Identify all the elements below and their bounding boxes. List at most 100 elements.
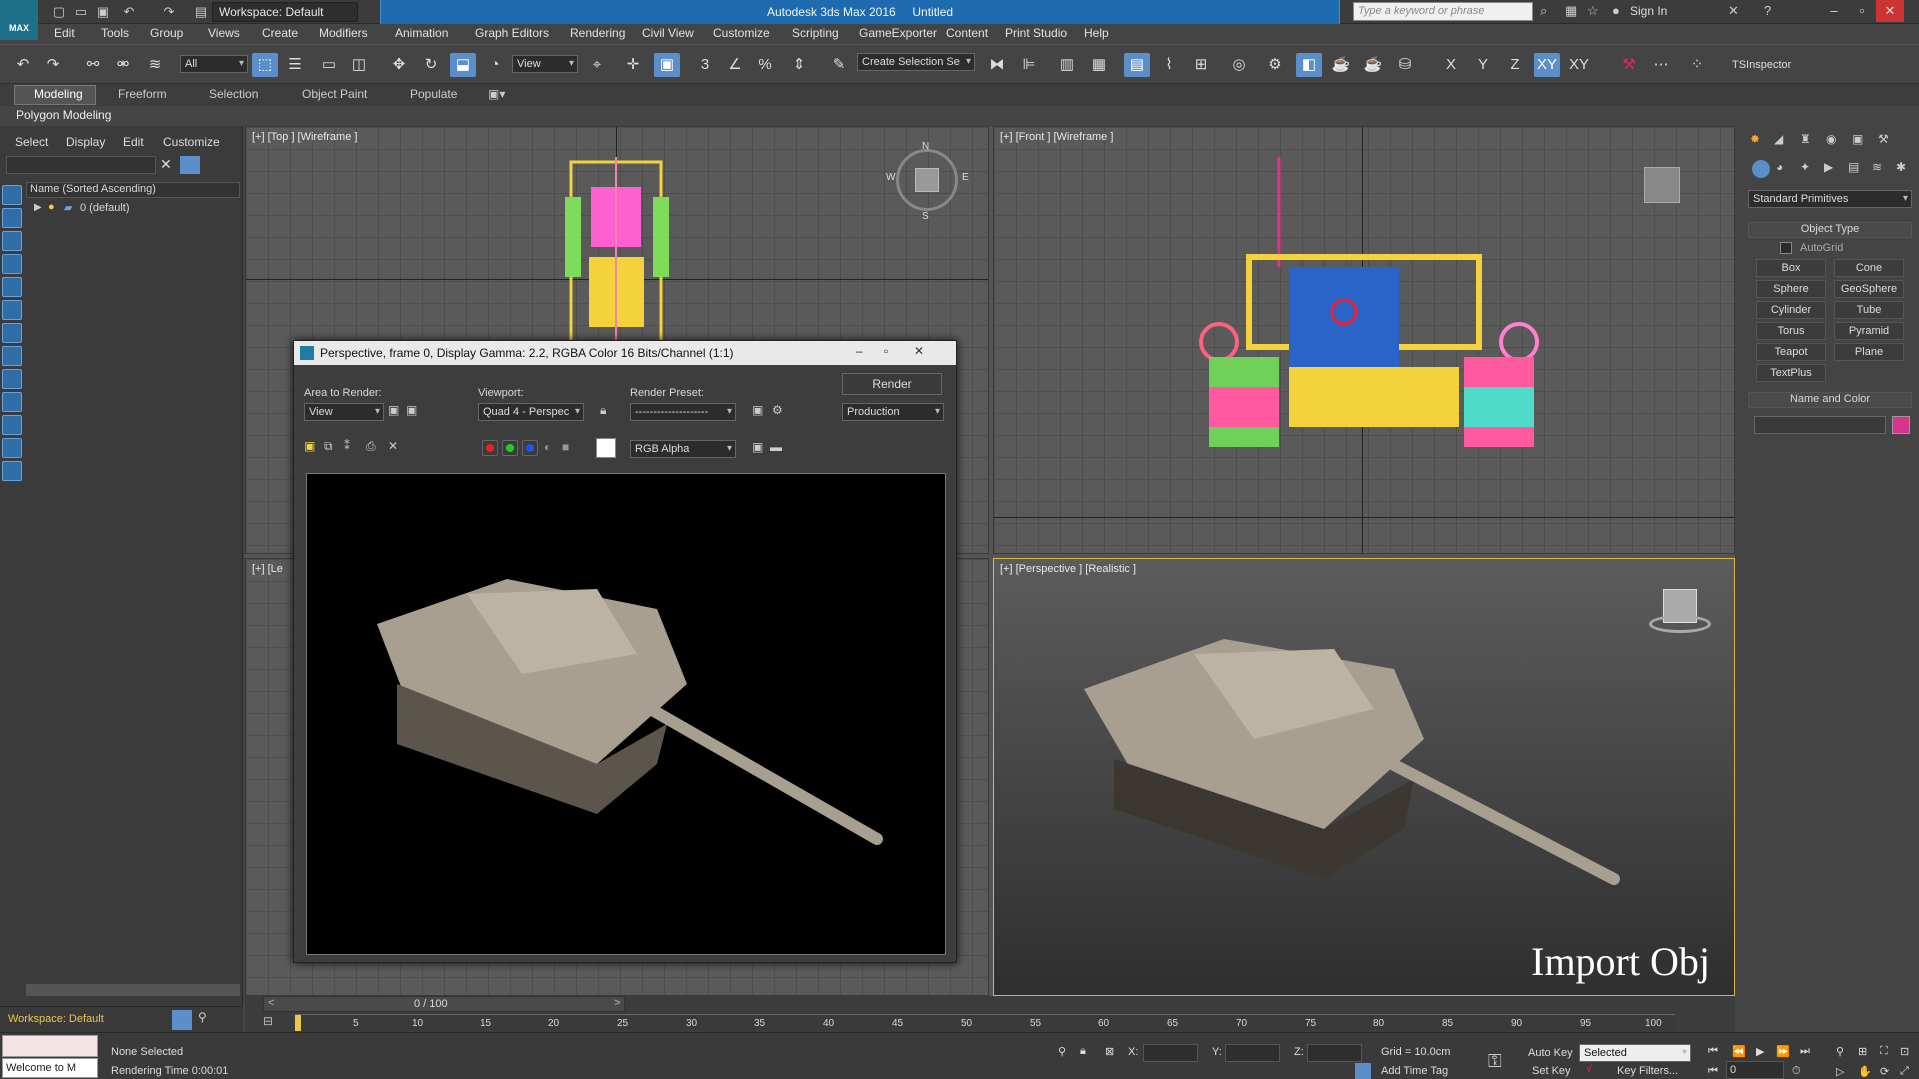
- viewcube-top[interactable]: [896, 149, 958, 211]
- undo-icon[interactable]: ↶: [10, 53, 36, 77]
- time-slider[interactable]: < 0 / 100 >: [263, 996, 625, 1012]
- sort-by-hierarchy-icon[interactable]: [172, 1010, 192, 1030]
- binoculars-icon[interactable]: ⌕: [1540, 3, 1547, 19]
- geometry-icon[interactable]: [1752, 160, 1770, 178]
- axis-xy-cycle-button[interactable]: XY: [1566, 53, 1592, 77]
- display-none-icon[interactable]: [2, 185, 22, 205]
- object-name-input[interactable]: [1754, 416, 1886, 434]
- display-all-icon[interactable]: [2, 208, 22, 228]
- red-channel-toggle[interactable]: [482, 440, 498, 456]
- key-icon[interactable]: ⚿: [1488, 1051, 1502, 1072]
- lights-icon[interactable]: ✦: [1800, 160, 1810, 174]
- monochrome-icon[interactable]: ■: [562, 440, 569, 454]
- app-logo[interactable]: MAX: [0, 0, 38, 40]
- edit-region-icon[interactable]: ▣: [388, 403, 399, 417]
- reference-coordinate-dropdown[interactable]: View: [512, 55, 578, 73]
- shapes-icon[interactable]: ◕: [1776, 160, 1783, 174]
- track-bar[interactable]: 5 10 15 20 25 30 35 40 45 50 55 60 65 70…: [295, 1014, 1675, 1031]
- clear-icon[interactable]: ✕: [388, 439, 398, 453]
- menu-rendering[interactable]: Rendering: [570, 26, 625, 40]
- sign-in-link[interactable]: Sign In: [1630, 4, 1667, 18]
- viewport-perspective-label[interactable]: [+] [Perspective ] [Realistic ]: [1000, 563, 1136, 575]
- lock-icon[interactable]: 🔒︎: [600, 403, 606, 418]
- render-iterative-icon[interactable]: ☕: [1360, 53, 1386, 77]
- pan-icon[interactable]: ✋: [1858, 1065, 1872, 1078]
- link-icon[interactable]: ⚯: [80, 53, 106, 77]
- se-scrollbar[interactable]: [26, 984, 240, 996]
- render-preset-dropdown[interactable]: --------------------: [630, 403, 736, 421]
- pivot-center-icon[interactable]: ⌖: [584, 53, 610, 77]
- particle-icon[interactable]: ⁘: [1684, 53, 1710, 77]
- se-search-input[interactable]: [6, 156, 156, 174]
- print-icon[interactable]: ⎙: [366, 439, 376, 454]
- viewcube-perspective[interactable]: [1649, 589, 1711, 637]
- axis-xy-button[interactable]: XY: [1534, 53, 1560, 77]
- ribbon-options-icon[interactable]: ▣▾: [488, 87, 505, 101]
- render-setup-icon[interactable]: ⚙: [1262, 53, 1288, 77]
- polygon-modeling-label[interactable]: Polygon Modeling: [16, 108, 111, 122]
- modify-tab-icon[interactable]: ◢: [1774, 132, 1783, 146]
- time-slider-prev-icon[interactable]: <: [268, 997, 274, 1009]
- se-menu-customize[interactable]: Customize: [163, 135, 220, 149]
- previous-frame-icon[interactable]: ⏪: [1732, 1045, 1746, 1058]
- object-type-rollout[interactable]: Object Type: [1748, 222, 1912, 238]
- time-slider-next-icon[interactable]: >: [614, 997, 620, 1009]
- edit-named-selection-icon[interactable]: ✎: [826, 53, 852, 77]
- menu-help[interactable]: Help: [1084, 26, 1109, 40]
- se-column-header[interactable]: Name (Sorted Ascending): [26, 182, 240, 198]
- display-geometry-icon[interactable]: [2, 231, 22, 251]
- cylinder-button[interactable]: Cylinder: [1756, 301, 1826, 319]
- cone-button[interactable]: Cone: [1834, 259, 1904, 277]
- toggle-ui-icon[interactable]: ▬: [770, 440, 782, 454]
- axis-z-button[interactable]: Z: [1502, 53, 1528, 77]
- mirror-icon[interactable]: ⧓: [984, 53, 1010, 77]
- time-configuration-icon[interactable]: ⏱: [1792, 1065, 1801, 1078]
- category-dropdown[interactable]: Standard Primitives: [1748, 190, 1912, 208]
- toggle-ribbon-icon[interactable]: ▦: [1086, 53, 1112, 77]
- current-frame-marker[interactable]: [295, 1015, 301, 1031]
- ribbon-tab-selection[interactable]: Selection: [209, 87, 258, 101]
- align-icon[interactable]: ⊫: [1016, 53, 1042, 77]
- menu-modifiers[interactable]: Modifiers: [319, 26, 368, 40]
- display-groups-icon[interactable]: [2, 369, 22, 389]
- exchange-apps-icon[interactable]: ✕: [1728, 3, 1739, 19]
- menu-tools[interactable]: Tools: [101, 26, 129, 40]
- undo-icon[interactable]: ↶: [120, 3, 138, 21]
- save-icon[interactable]: ▣: [94, 3, 112, 21]
- geosphere-button[interactable]: GeoSphere: [1834, 280, 1904, 298]
- place-icon[interactable]: ◔: [482, 53, 508, 77]
- display-channel-icon[interactable]: ▣: [752, 440, 763, 454]
- mini-curve-editor-icon[interactable]: ⊟: [263, 1014, 283, 1030]
- snaps-toggle-icon[interactable]: 3: [692, 53, 718, 77]
- set-key-button[interactable]: Set Key: [1532, 1065, 1571, 1077]
- field-of-view-icon[interactable]: ▷: [1836, 1065, 1844, 1078]
- green-channel-toggle[interactable]: [502, 440, 518, 456]
- orbit-icon[interactable]: ⟳: [1880, 1065, 1889, 1078]
- teapot-button[interactable]: Teapot: [1756, 343, 1826, 361]
- environment-icon[interactable]: ⚙: [772, 403, 783, 417]
- search-input[interactable]: Type a keyword or phrase: [1353, 2, 1533, 21]
- transform-gizmo-icon[interactable]: ✛: [620, 53, 646, 77]
- channel-dropdown[interactable]: RGB Alpha: [630, 440, 736, 458]
- viewport-perspective[interactable]: [+] [Perspective ] [Realistic ] Import O…: [993, 558, 1735, 996]
- ribbon-tab-freeform[interactable]: Freeform: [118, 87, 167, 101]
- unlink-icon[interactable]: ⚮: [110, 53, 136, 77]
- production-dropdown[interactable]: Production: [842, 403, 944, 421]
- tube-button[interactable]: Tube: [1834, 301, 1904, 319]
- display-bones-icon[interactable]: [2, 415, 22, 435]
- display-lights-icon[interactable]: [2, 277, 22, 297]
- percent-snap-icon[interactable]: %: [752, 53, 778, 77]
- sphere-button[interactable]: Sphere: [1756, 280, 1826, 298]
- render-in-cloud-icon[interactable]: ⛁: [1392, 53, 1418, 77]
- object-color-swatch[interactable]: [1892, 416, 1910, 434]
- rectangular-selection-icon[interactable]: ▭: [316, 53, 342, 77]
- pyramid-button[interactable]: Pyramid: [1834, 322, 1904, 340]
- cameras-icon[interactable]: ▶: [1824, 160, 1833, 174]
- time-tag-icon[interactable]: [1355, 1063, 1371, 1079]
- key-mode-toggle-icon[interactable]: ⏮: [1708, 1065, 1718, 1078]
- welcome-text[interactable]: Welcome to M: [2, 1058, 98, 1078]
- project-folder-icon[interactable]: ▤: [192, 3, 210, 21]
- auto-region-icon[interactable]: ▣: [406, 403, 417, 417]
- copy-image-icon[interactable]: ⧉: [324, 439, 333, 454]
- viewport-front-label[interactable]: [+] [Front ] [Wireframe ]: [1000, 131, 1113, 143]
